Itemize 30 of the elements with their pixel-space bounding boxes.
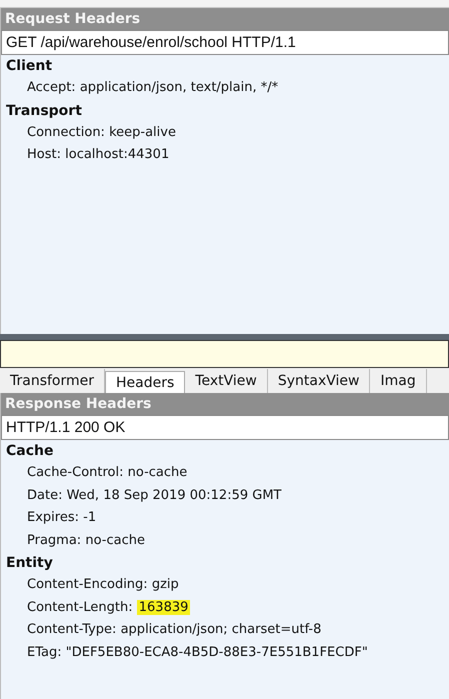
header-name: Accept:	[27, 80, 76, 95]
header-value: -1	[83, 510, 96, 525]
header-name: Pragma:	[27, 532, 82, 548]
header-value: no-cache	[85, 532, 145, 548]
group-label[interactable]: Entity	[1, 552, 449, 574]
header-name: Content-Type:	[27, 622, 116, 637]
header-name: Cache-Control:	[27, 465, 124, 480]
header-name: ETag:	[27, 644, 62, 660]
header-value: Wed, 18 Sep 2019 00:12:59 GMT	[66, 488, 282, 502]
group-label[interactable]: Transport	[1, 100, 449, 122]
header-name: Expires:	[27, 510, 79, 525]
header-name: Content-Length:	[27, 600, 133, 614]
header-value: "DEF5EB80-ECA8-4B5D-88E3-7E551B1FECDF"	[66, 644, 368, 660]
group-label[interactable]: Client	[1, 55, 449, 77]
header-value: no-cache	[128, 465, 188, 480]
header-value: localhost:44301	[65, 147, 170, 162]
header-value: keep-alive	[109, 124, 176, 140]
header-value: application/json; charset=utf-8	[120, 622, 322, 637]
section-header: Request Headers	[1, 8, 449, 30]
header-value: gzip	[152, 577, 179, 592]
header-name: Date:	[27, 488, 62, 502]
group-label[interactable]: Cache	[1, 440, 449, 462]
section-header: Response Headers	[1, 393, 449, 415]
header-value: 163839	[136, 600, 190, 614]
input-field[interactable]	[0, 340, 449, 368]
header-name: Host:	[27, 147, 61, 162]
tab[interactable]: Headers	[105, 371, 186, 393]
header-name: Connection:	[27, 124, 105, 140]
header-name: Content-Encoding:	[27, 577, 148, 592]
header-value: application/json, text/plain, */*	[80, 80, 278, 95]
